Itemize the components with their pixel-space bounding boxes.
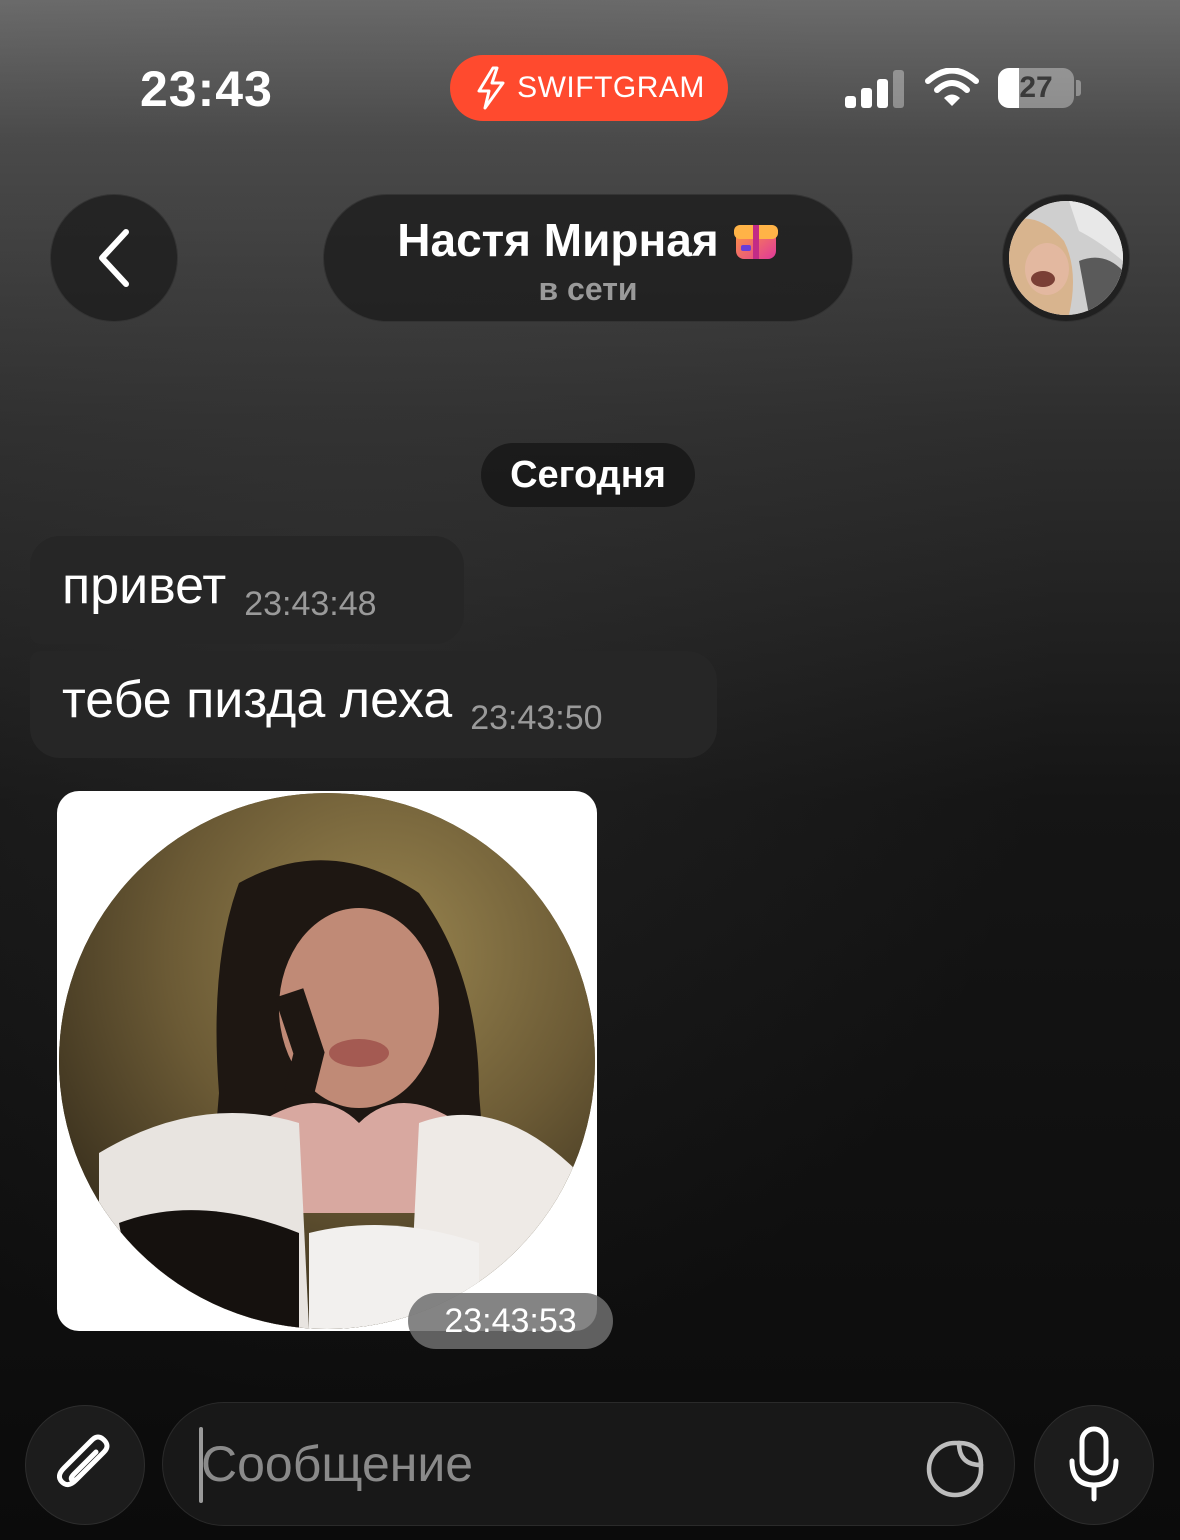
attach-button[interactable]: [25, 1405, 145, 1525]
battery-indicator: 27: [998, 68, 1074, 108]
battery-percent: 27: [1019, 71, 1053, 104]
round-photo: [59, 793, 595, 1329]
photo-content: [59, 793, 595, 1329]
avatar-photo: [1009, 201, 1123, 315]
paperclip-icon: [56, 1434, 110, 1488]
microphone-icon: [1069, 1426, 1119, 1502]
contact-name: Настя Мирная: [397, 214, 719, 266]
sticker-icon[interactable]: [925, 1439, 985, 1499]
message-bubble[interactable]: тебе пизда леха 23:43:50: [30, 651, 717, 758]
date-separator: Сегодня: [481, 443, 695, 507]
gift-box-icon: [733, 225, 778, 259]
lightning-icon: [477, 66, 505, 110]
contact-avatar-button[interactable]: [1002, 194, 1130, 322]
photo-message[interactable]: [57, 791, 597, 1331]
back-button[interactable]: [50, 194, 178, 322]
contact-status: в сети: [538, 271, 638, 307]
message-time: 23:43:50: [470, 699, 603, 737]
avatar: [1009, 201, 1123, 315]
message-field[interactable]: [162, 1402, 1015, 1526]
message-input[interactable]: [201, 1403, 901, 1525]
swiftgram-label: SWIFTGRAM: [517, 71, 705, 104]
photo-time: 23:43:53: [408, 1293, 613, 1349]
message-time: 23:43:48: [244, 585, 377, 623]
message-bubble[interactable]: привет 23:43:48: [30, 536, 464, 644]
microphone-button[interactable]: [1034, 1405, 1154, 1525]
chat-title[interactable]: Настя Мирная в сети: [323, 194, 853, 322]
wifi-icon: [925, 68, 979, 106]
message-text: привет: [62, 557, 227, 615]
status-time: 23:43: [140, 61, 273, 117]
chevron-left-icon: [99, 229, 129, 287]
cellular-signal-icon: [845, 70, 904, 108]
swiftgram-badge[interactable]: SWIFTGRAM: [450, 55, 728, 121]
battery-cap: [1076, 80, 1081, 96]
message-text: тебе пизда леха: [62, 671, 453, 729]
